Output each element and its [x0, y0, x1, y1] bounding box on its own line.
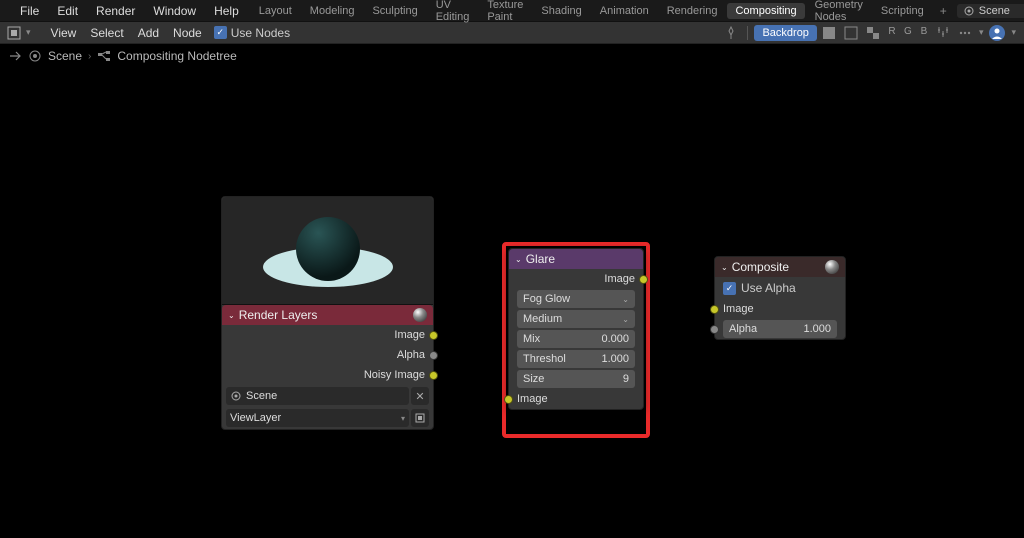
output-alpha-socket[interactable]: Alpha: [222, 345, 433, 365]
scene-name-label: Scene: [979, 5, 1010, 17]
collapse-icon[interactable]: ⌄: [721, 263, 728, 272]
tab-sculpting[interactable]: Sculpting: [364, 3, 425, 19]
menu-select[interactable]: Select: [84, 24, 129, 42]
scene-dropdown[interactable]: Scene: [226, 387, 409, 405]
node-editor-canvas[interactable]: ⌄ Render Layers Image Alpha Noisy Image …: [0, 68, 1024, 538]
node-header[interactable]: ⌄ Glare: [509, 249, 643, 269]
breadcrumb-nodetree[interactable]: Compositing Nodetree: [117, 49, 236, 63]
node-title: Glare: [526, 252, 555, 266]
more-icon[interactable]: [957, 25, 973, 41]
input-image-socket[interactable]: Image: [509, 389, 643, 409]
scene-icon: [28, 49, 42, 63]
collapse-icon[interactable]: ⌄: [515, 255, 522, 264]
check-icon: ✓: [723, 282, 736, 295]
use-nodes-label: Use Nodes: [231, 26, 290, 40]
arrow-icon[interactable]: [8, 49, 22, 63]
chevron-right-icon: ›: [88, 51, 91, 62]
channel-combined-icon[interactable]: [821, 25, 837, 41]
tab-animation[interactable]: Animation: [592, 3, 657, 19]
clear-scene-button[interactable]: ✕: [411, 387, 429, 405]
glare-threshold-field[interactable]: Threshol1.000: [517, 350, 635, 368]
chevron-down-icon[interactable]: ▾: [1009, 27, 1018, 38]
glare-quality-dropdown[interactable]: Medium⌄: [517, 310, 635, 328]
use-alpha-label: Use Alpha: [741, 281, 796, 295]
output-image-socket[interactable]: Image: [509, 269, 643, 289]
channel-alpha-icon[interactable]: [865, 25, 881, 41]
preview-dot-icon[interactable]: [413, 308, 427, 322]
breadcrumb: Scene › Compositing Nodetree: [0, 44, 1024, 68]
user-icon[interactable]: [989, 25, 1005, 41]
output-image-socket[interactable]: Image: [222, 325, 433, 345]
node-header[interactable]: ⌄ Render Layers: [222, 305, 433, 325]
chevron-down-icon[interactable]: ▾: [977, 27, 986, 38]
output-noisy-image-socket[interactable]: Noisy Image: [222, 365, 433, 385]
menu-help[interactable]: Help: [206, 2, 247, 20]
tab-shading[interactable]: Shading: [533, 3, 589, 19]
scene-icon: [963, 5, 975, 17]
render-layers-node[interactable]: ⌄ Render Layers Image Alpha Noisy Image …: [221, 196, 434, 430]
viewlayer-dropdown[interactable]: ViewLayer ▾: [226, 409, 409, 427]
channel-g-button[interactable]: G: [901, 26, 915, 40]
breadcrumb-scene[interactable]: Scene: [48, 49, 82, 63]
input-image-socket[interactable]: Image: [715, 299, 845, 319]
menu-add[interactable]: Add: [132, 24, 165, 42]
scene-selector[interactable]: Scene: [957, 4, 1024, 18]
glare-node[interactable]: ⌄ Glare Image Fog Glow⌄ Medium⌄ Mix0.000…: [508, 248, 644, 410]
channel-r-button[interactable]: R: [885, 26, 899, 40]
tab-texture-paint[interactable]: Texture Paint: [479, 0, 531, 25]
channel-b-button[interactable]: B: [917, 26, 931, 40]
tab-modeling[interactable]: Modeling: [302, 3, 363, 19]
tab-uv-editing[interactable]: UV Editing: [428, 0, 478, 25]
chevron-down-icon[interactable]: ▾: [24, 27, 33, 38]
nodetree-icon: [97, 49, 111, 63]
render-preview-thumbnail: [222, 197, 433, 305]
check-icon: ✓: [214, 26, 227, 39]
tab-layout[interactable]: Layout: [251, 3, 300, 19]
alpha-field[interactable]: Alpha 1.000: [723, 320, 837, 338]
menu-view[interactable]: View: [45, 24, 83, 42]
node-title: Composite: [732, 260, 789, 274]
menu-file[interactable]: File: [12, 2, 47, 20]
node-header[interactable]: ⌄ Composite: [715, 257, 845, 277]
preview-dot-icon[interactable]: [825, 260, 839, 274]
backdrop-button[interactable]: Backdrop: [754, 25, 816, 41]
menu-edit[interactable]: Edit: [49, 2, 86, 20]
pin-icon[interactable]: [723, 25, 739, 41]
scene-icon: [230, 390, 242, 402]
menu-window[interactable]: Window: [145, 2, 204, 20]
glare-type-dropdown[interactable]: Fog Glow⌄: [517, 290, 635, 308]
glare-size-field[interactable]: Size9: [517, 370, 635, 388]
editor-toolbar: ▾ View Select Add Node ✓ Use Nodes Backd…: [0, 22, 1024, 44]
top-menu-bar: File Edit Render Window Help Layout Mode…: [0, 0, 1024, 22]
node-title: Render Layers: [239, 308, 318, 322]
tab-compositing[interactable]: Compositing: [727, 3, 804, 19]
tab-scripting[interactable]: Scripting: [873, 3, 932, 19]
channel-color-icon[interactable]: [843, 25, 859, 41]
menu-render[interactable]: Render: [88, 2, 143, 20]
tab-rendering[interactable]: Rendering: [659, 3, 726, 19]
menu-node[interactable]: Node: [167, 24, 208, 42]
input-alpha-socket[interactable]: Alpha 1.000: [715, 319, 845, 339]
render-single-layer-button[interactable]: [411, 409, 429, 427]
use-alpha-checkbox[interactable]: ✓ Use Alpha: [715, 277, 845, 299]
tab-geometry-nodes[interactable]: Geometry Nodes: [807, 0, 871, 25]
editor-type-icon[interactable]: [6, 25, 22, 41]
glare-mix-field[interactable]: Mix0.000: [517, 330, 635, 348]
composite-node[interactable]: ⌄ Composite ✓ Use Alpha Image Alpha 1.00…: [714, 256, 846, 340]
use-nodes-checkbox[interactable]: ✓ Use Nodes: [210, 26, 294, 40]
settings-icon[interactable]: [935, 25, 951, 41]
add-workspace-button[interactable]: +: [934, 4, 953, 18]
collapse-icon[interactable]: ⌄: [228, 311, 235, 320]
